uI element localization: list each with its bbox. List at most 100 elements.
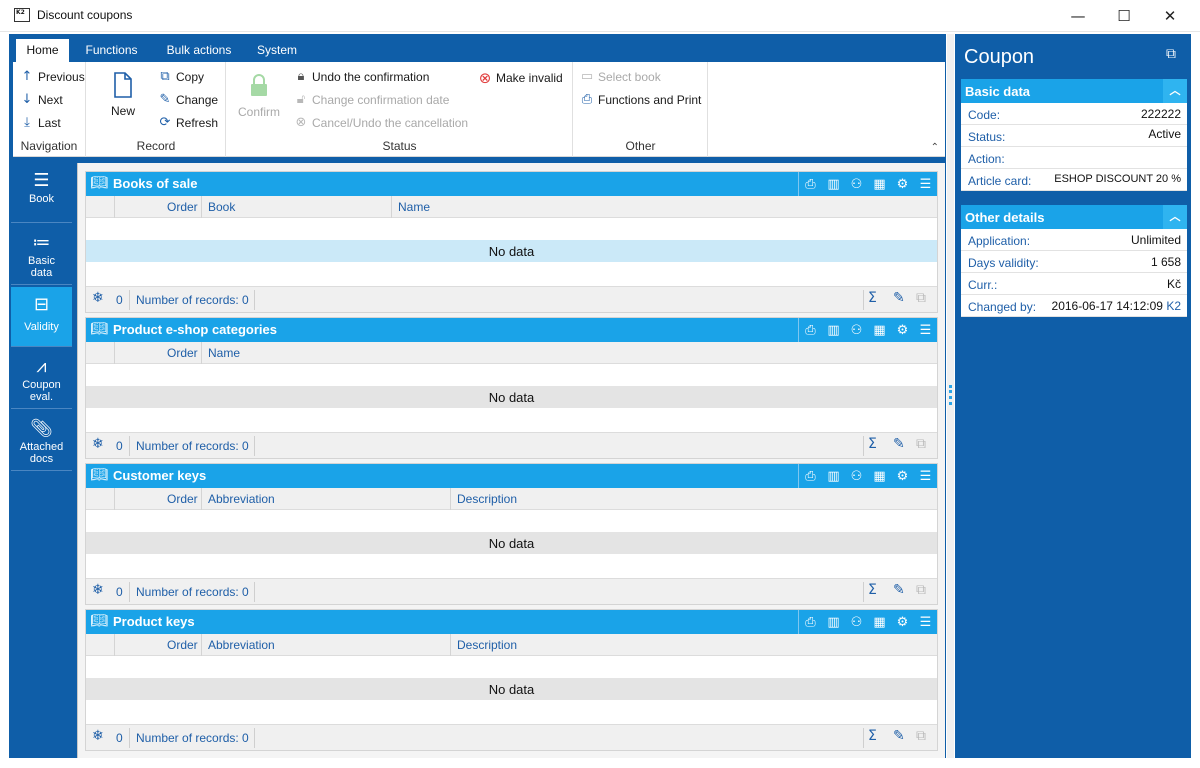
- cancel-undo-cancellation-button[interactable]: ⊗ Cancel/Undo the cancellation: [293, 115, 469, 130]
- tab-functions[interactable]: Functions: [79, 39, 144, 62]
- column-header[interactable]: Book: [208, 200, 235, 214]
- sum-icon[interactable]: Σ: [868, 436, 877, 452]
- printer-icon[interactable]: ⎙: [799, 610, 822, 634]
- ribbon-group-other: ▭ Select book ⎙ Functions and Print Other: [574, 62, 708, 157]
- column-header[interactable]: Order: [167, 638, 198, 652]
- nav-item-basic-data[interactable]: ≔ Basic data: [11, 225, 72, 285]
- side-navigation: ☰ Book ≔ Basic data ⊟ Validity ⩘ Coupon …: [11, 163, 72, 758]
- last-button[interactable]: ⤓ Last: [19, 115, 61, 130]
- nav-item-book[interactable]: ☰ Book: [11, 163, 72, 223]
- panel-product-eshop-categories: 📖︎ Product e-shop categories ⎙ ▥ ⚇ ▦ ⚙ ☰…: [85, 317, 938, 459]
- columns-icon[interactable]: ▦: [868, 464, 891, 488]
- title-bar: K2 Discount coupons — ☐ ✕: [0, 0, 1200, 32]
- grid-header: Order Abbreviation Description: [86, 488, 937, 510]
- copy-button[interactable]: ⧉ Copy: [157, 69, 204, 84]
- edit-pencil-icon[interactable]: ✎: [893, 290, 905, 306]
- nav-item-attached-docs[interactable]: 📎︎ Attached docs: [11, 411, 72, 471]
- change-button[interactable]: ✎ Change: [157, 92, 219, 107]
- columns-icon[interactable]: ▦: [868, 610, 891, 634]
- printer-icon[interactable]: ⎙: [799, 318, 822, 342]
- snowflake-icon[interactable]: ❄: [92, 728, 104, 744]
- previous-button[interactable]: ↑ Previous: [19, 69, 85, 84]
- functions-print-button[interactable]: ⎙ Functions and Print: [579, 92, 702, 107]
- undo-confirmation-button[interactable]: 🔒︎ Undo the confirmation: [293, 69, 430, 84]
- snowflake-icon[interactable]: ❄: [92, 582, 104, 598]
- sum-icon[interactable]: Σ: [868, 728, 877, 744]
- refresh-button[interactable]: ⟳ Refresh: [157, 115, 218, 130]
- bar-chart-icon[interactable]: ▥: [822, 464, 845, 488]
- next-button[interactable]: ↓ Next: [19, 92, 63, 107]
- sum-icon[interactable]: Σ: [868, 582, 877, 598]
- panel-product-keys: 📖︎ Product keys ⎙ ▥ ⚇ ▦ ⚙ ☰ Order Abbrev…: [85, 609, 938, 751]
- snowflake-icon[interactable]: ❄: [92, 436, 104, 452]
- column-header[interactable]: Name: [398, 200, 430, 214]
- gear-icon[interactable]: ⚙: [891, 318, 914, 342]
- tab-home[interactable]: Home: [16, 39, 69, 62]
- ribbon-group-navigation: ↑ Previous ↓ Next ⤓ Last Navigation: [13, 62, 86, 157]
- edit-pencil-icon[interactable]: ✎: [893, 582, 905, 598]
- chevron-up-icon[interactable]: ︿: [1163, 205, 1187, 229]
- popout-icon[interactable]: ⧉: [1166, 46, 1176, 62]
- record-count: Number of records: 0: [136, 439, 249, 453]
- tab-system[interactable]: System: [252, 39, 302, 62]
- change-confirmation-date-button[interactable]: 🔓︎ Change confirmation date: [293, 92, 450, 107]
- hamburger-menu-icon[interactable]: ☰: [914, 464, 937, 488]
- column-header[interactable]: Abbreviation: [208, 492, 275, 506]
- bar-chart-icon[interactable]: ▥: [822, 610, 845, 634]
- printer-icon[interactable]: ⎙: [799, 464, 822, 488]
- chevron-up-icon[interactable]: ︿: [1163, 79, 1187, 103]
- delete-icon[interactable]: ⧉: [916, 582, 926, 598]
- filter-icon[interactable]: ⚇: [845, 464, 868, 488]
- detail-row-action: Action:: [961, 147, 1187, 169]
- empty-row: No data: [86, 532, 937, 554]
- minimize-button[interactable]: —: [1055, 0, 1101, 32]
- confirm-button[interactable]: Confirm: [235, 74, 283, 119]
- maximize-button[interactable]: ☐: [1101, 0, 1147, 32]
- splitter-grip-icon[interactable]: [949, 385, 952, 405]
- edit-pencil-icon[interactable]: ✎: [893, 728, 905, 744]
- tab-bulk-actions[interactable]: Bulk actions: [159, 39, 239, 62]
- column-header[interactable]: Order: [167, 346, 198, 360]
- section-header[interactable]: Other details ︿: [961, 205, 1187, 229]
- filter-icon[interactable]: ⚇: [845, 318, 868, 342]
- bar-chart-icon[interactable]: ▥: [822, 172, 845, 196]
- section-other-details: Other details ︿ Application: Unlimited D…: [961, 205, 1187, 317]
- hamburger-menu-icon[interactable]: ☰: [914, 172, 937, 196]
- gear-icon[interactable]: ⚙: [891, 610, 914, 634]
- filter-icon[interactable]: ⚇: [845, 172, 868, 196]
- filter-icon[interactable]: ⚇: [845, 610, 868, 634]
- close-button[interactable]: ✕: [1147, 0, 1193, 32]
- column-header[interactable]: Order: [167, 492, 198, 506]
- changed-date: 2016-06-17 14:12:09: [1051, 299, 1163, 313]
- changed-by-user-link[interactable]: K2: [1166, 299, 1181, 313]
- new-button[interactable]: New: [105, 72, 141, 118]
- panel-title: Product e-shop categories: [113, 322, 277, 337]
- hamburger-menu-icon[interactable]: ☰: [914, 318, 937, 342]
- sum-icon[interactable]: Σ: [868, 290, 877, 306]
- section-header[interactable]: Basic data ︿: [961, 79, 1187, 103]
- columns-icon[interactable]: ▦: [868, 172, 891, 196]
- chart-icon: ⩘: [36, 356, 47, 377]
- select-book-button[interactable]: ▭ Select book: [579, 69, 661, 84]
- delete-icon[interactable]: ⧉: [916, 728, 926, 744]
- hamburger-menu-icon[interactable]: ☰: [914, 610, 937, 634]
- edit-pencil-icon[interactable]: ✎: [893, 436, 905, 452]
- ribbon-group-status: Confirm 🔒︎ Undo the confirmation 🔓︎ Change…: [227, 62, 573, 157]
- make-invalid-button[interactable]: ⊗ Make invalid: [477, 69, 563, 87]
- column-header[interactable]: Abbreviation: [208, 638, 275, 652]
- snowflake-icon[interactable]: ❄: [92, 290, 104, 306]
- nav-item-coupon-eval[interactable]: ⩘ Coupon eval.: [11, 349, 72, 409]
- gear-icon[interactable]: ⚙: [891, 172, 914, 196]
- column-header[interactable]: Name: [208, 346, 240, 360]
- bar-chart-icon[interactable]: ▥: [822, 318, 845, 342]
- collapse-ribbon-icon[interactable]: ⌃: [931, 142, 939, 153]
- printer-icon[interactable]: ⎙: [799, 172, 822, 196]
- column-header[interactable]: Order: [167, 200, 198, 214]
- gear-icon[interactable]: ⚙: [891, 464, 914, 488]
- column-header[interactable]: Description: [457, 638, 517, 652]
- column-header[interactable]: Description: [457, 492, 517, 506]
- delete-icon[interactable]: ⧉: [916, 436, 926, 452]
- columns-icon[interactable]: ▦: [868, 318, 891, 342]
- nav-item-validity[interactable]: ⊟ Validity: [11, 287, 72, 347]
- delete-icon[interactable]: ⧉: [916, 290, 926, 306]
